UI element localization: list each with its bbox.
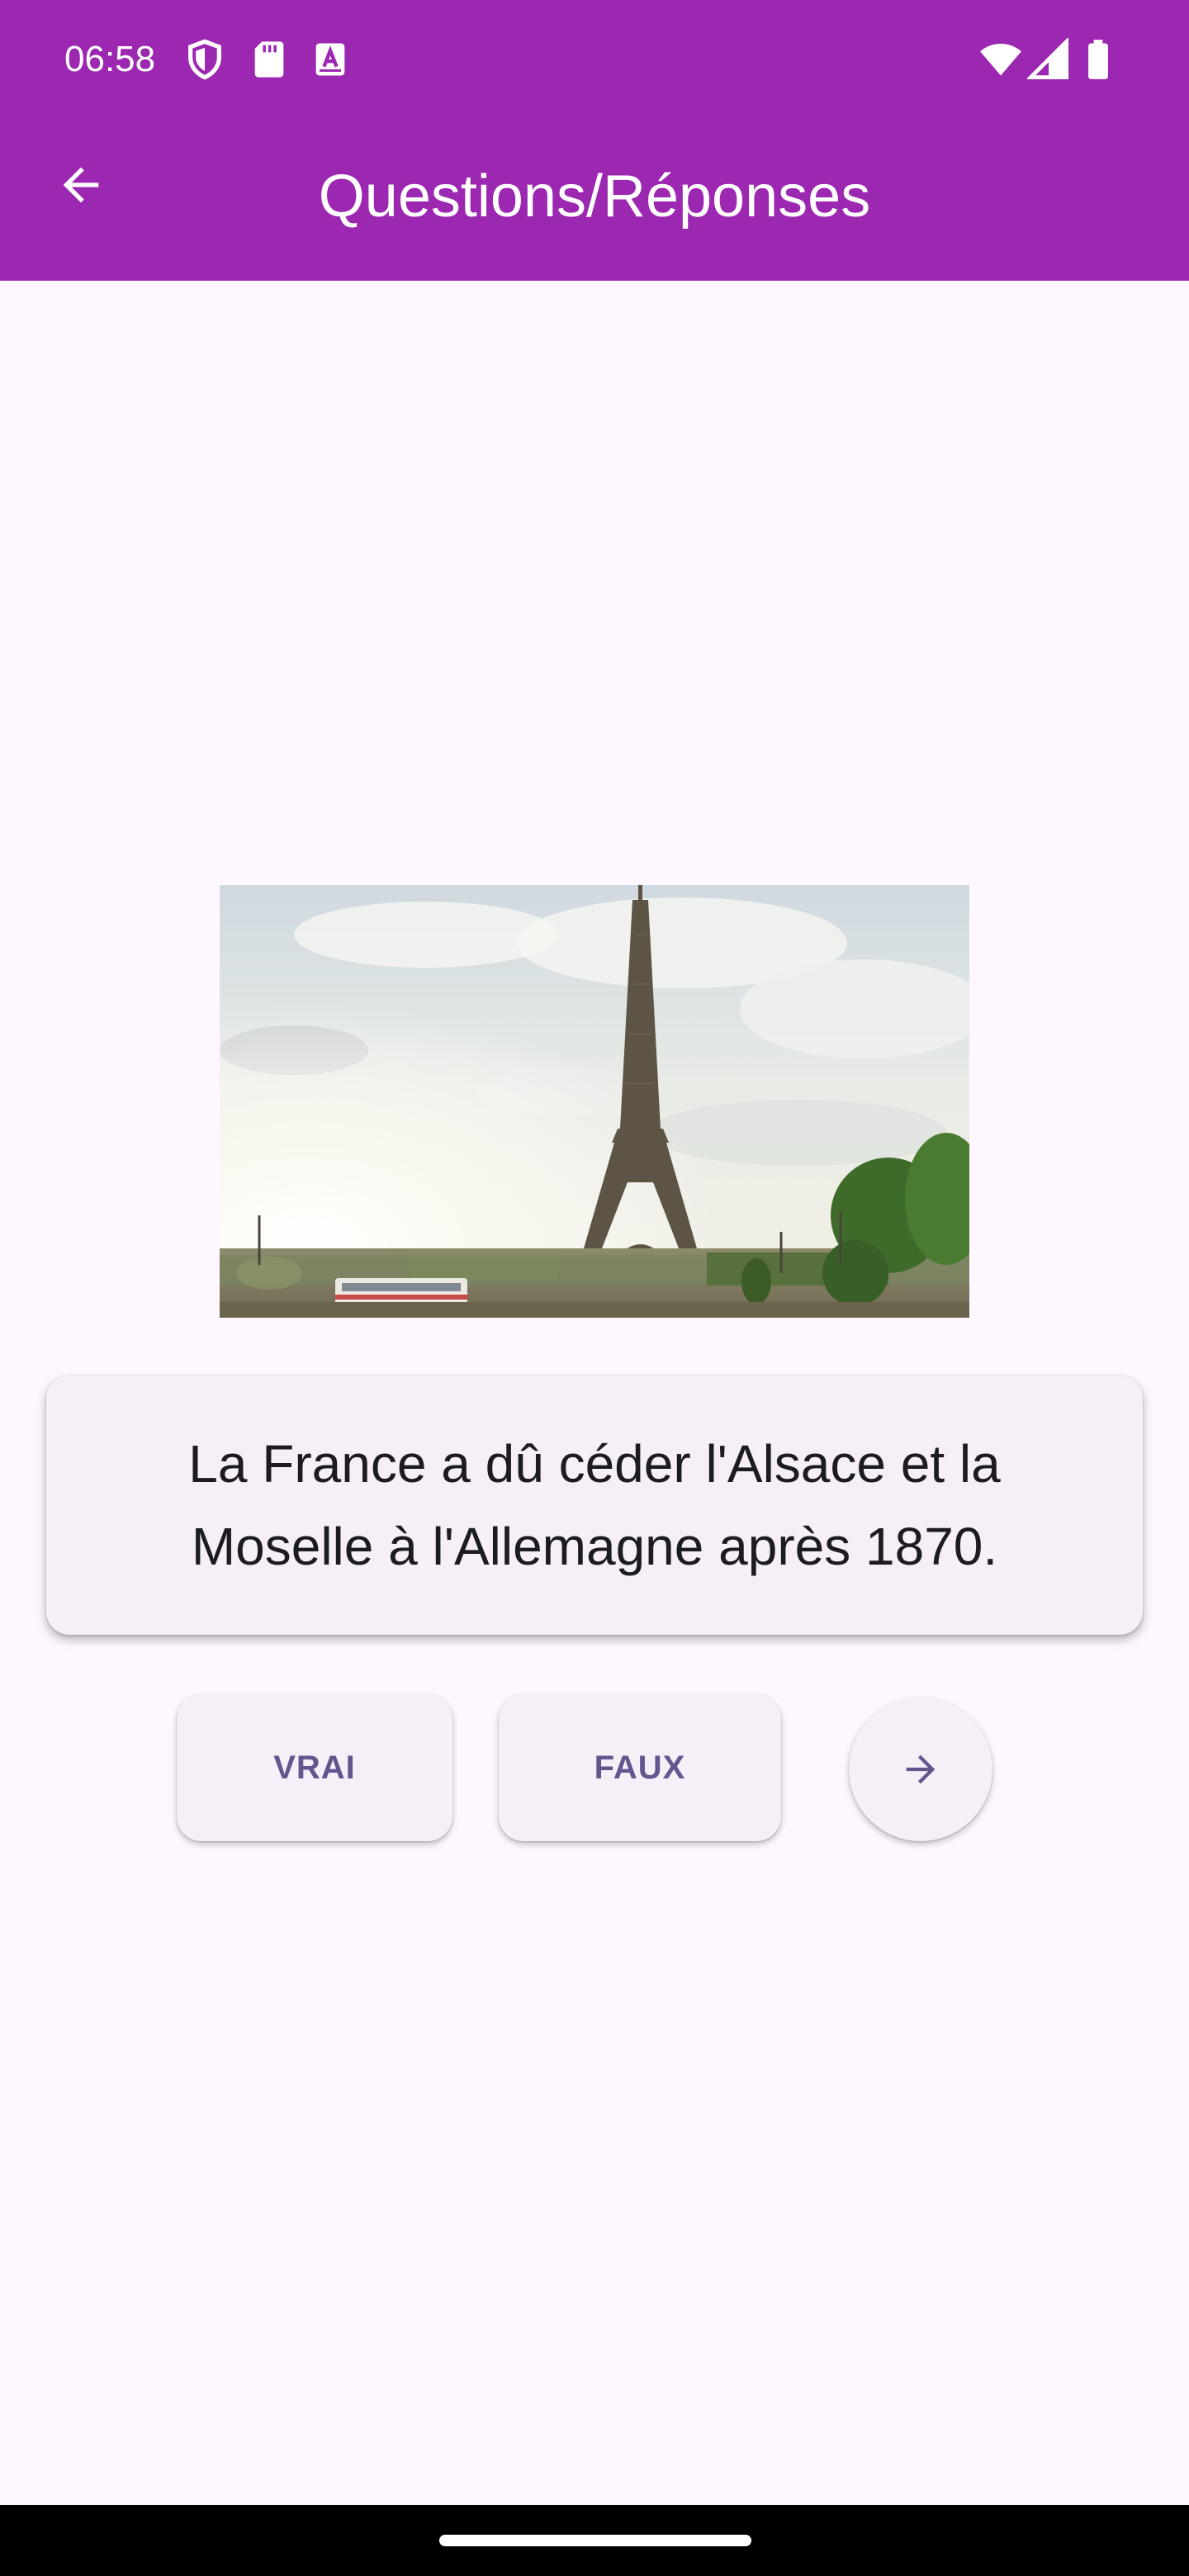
false-button[interactable]: FAUX: [499, 1694, 781, 1841]
page-title: Questions/Réponses: [318, 163, 871, 230]
next-button[interactable]: [849, 1698, 992, 1841]
eiffel-tower-photo: [220, 885, 969, 1318]
status-time: 06:58: [64, 39, 156, 79]
home-gesture-handle[interactable]: [439, 2535, 751, 2546]
question-text: La France a dû céder l'Alsace et la Mose…: [188, 1434, 1001, 1576]
signal-icon: [1027, 38, 1069, 80]
arrow-forward-icon: [906, 1754, 936, 1784]
quiz-screen: 06:58 Questions/Réponses La France a dû …: [0, 0, 1189, 2576]
question-card: La France a dû céder l'Alsace et la Mose…: [46, 1376, 1143, 1635]
shield-icon: [188, 39, 221, 80]
battery-icon: [1088, 40, 1108, 79]
sd-card-icon: [254, 41, 284, 78]
text-a-icon: [315, 43, 345, 76]
wifi-icon: [980, 43, 1021, 76]
true-button[interactable]: VRAI: [177, 1694, 452, 1841]
status-bar: 06:58: [0, 0, 1189, 124]
